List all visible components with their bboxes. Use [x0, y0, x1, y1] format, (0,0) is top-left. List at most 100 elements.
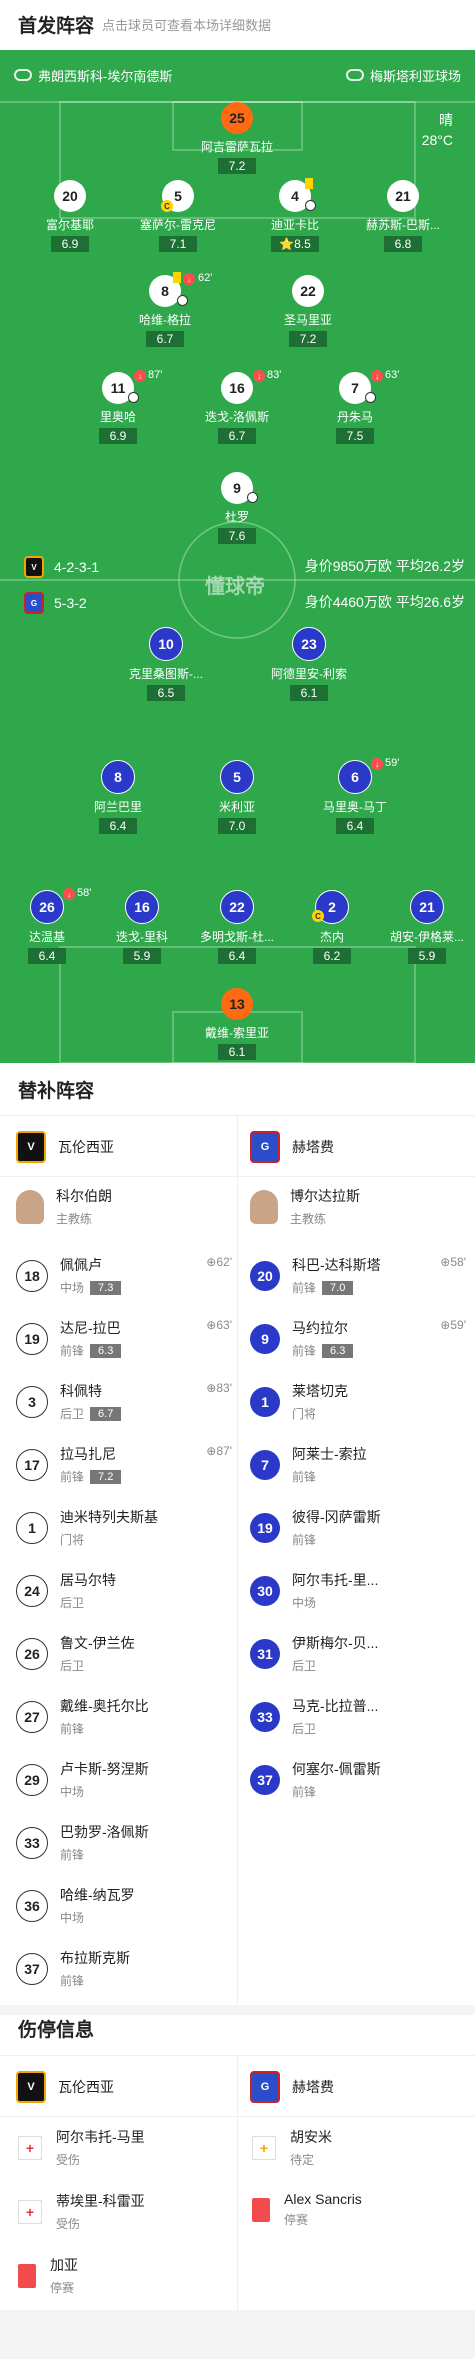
player-name: 迪亚卡比: [270, 218, 319, 232]
injury-home-1[interactable]: + 阿尔韦托-马里 受伤: [18, 2127, 145, 2168]
sub-position: 后卫: [292, 1722, 317, 1736]
home-sub-11[interactable]: 36 哈维-纳瓦罗 中场: [16, 1885, 236, 1926]
home-sub-8[interactable]: 27 戴维-奥托尔比 前锋: [16, 1696, 236, 1737]
home-player-3[interactable]: 5 C 塞萨尔-雷克尼 7.1: [128, 180, 228, 253]
sub-minute: 62': [198, 272, 213, 284]
sub-position: 前锋: [292, 1533, 317, 1547]
sub-name: 佩佩卢: [60, 1257, 102, 1273]
away-sub-3[interactable]: 1 莱塔切克 门将: [250, 1381, 470, 1422]
sub-in-minute: ⊕83': [206, 1381, 232, 1395]
player-name: 圣马里亚: [283, 313, 332, 327]
player-rating: 7.1: [159, 236, 197, 252]
sub-number: 33: [250, 1701, 280, 1732]
home-formation: V 4-2-3-1: [24, 556, 99, 578]
sub-rating: 7.2: [90, 1469, 122, 1484]
home-player-9[interactable]: 16 ↓ 83' 迭戈-洛佩斯 6.7: [187, 369, 287, 445]
home-sub-7[interactable]: 26 鲁文-伊兰佐 后卫: [16, 1633, 236, 1674]
red-card-icon: [252, 2197, 270, 2222]
coach-role: 主教练: [290, 1212, 327, 1226]
injury-away-1[interactable]: + 胡安米 待定: [252, 2127, 332, 2168]
home-sub-9[interactable]: 29 卢卡斯-努涅斯 中场: [16, 1759, 236, 1800]
away-player-10[interactable]: 21 胡安-伊格莱... 5.9: [377, 890, 475, 965]
home-player-5[interactable]: 21 赫苏斯-巴斯... 6.8: [353, 180, 453, 253]
home-sub-1[interactable]: 18 佩佩卢 中场 7.3 ⊕62': [16, 1255, 236, 1296]
sub-name: 马约拉尔: [292, 1320, 348, 1336]
subs-away-team[interactable]: G 赫塔费: [250, 1118, 334, 1176]
sub-name: 莱塔切克: [292, 1383, 348, 1399]
player-number: 21: [410, 890, 444, 924]
away-player-1[interactable]: 10 克里桑图斯-... 6.5: [116, 627, 216, 702]
away-sub-4[interactable]: 7 阿莱士-索拉 前锋: [250, 1444, 470, 1485]
player-rating: 6.4: [99, 818, 137, 834]
sub-out-icon: ↓: [371, 758, 383, 770]
injury-away-2[interactable]: Alex Sancris 停赛: [252, 2191, 362, 2228]
home-player-8[interactable]: 11 ↓ 87' 里奥哈 6.9: [68, 369, 168, 445]
home-player-2[interactable]: 20 富尔基耶 6.9: [20, 180, 120, 253]
away-player-2[interactable]: 23 阿德里安-利索 6.1: [259, 627, 359, 702]
sub-name: 哈维-纳瓦罗: [60, 1887, 135, 1903]
subs-home-team[interactable]: V 瓦伦西亚: [16, 1118, 114, 1176]
medical-kit-icon: +: [18, 2135, 42, 2160]
home-sub-12[interactable]: 37 布拉斯克斯 前锋: [16, 1948, 236, 1989]
injuries-title: 伤停信息: [18, 2020, 95, 2041]
home-player-7[interactable]: 22 圣马里亚 7.2: [258, 275, 358, 348]
valencia-crest-icon: V: [16, 1131, 46, 1163]
away-sub-8[interactable]: 33 马克-比拉普... 后卫: [250, 1696, 470, 1737]
injury-home-3[interactable]: 加亚 停赛: [18, 2255, 78, 2296]
player-rating: 6.9: [51, 236, 89, 252]
away-player-6[interactable]: 26 ↓ 58' 达温基 6.4: [0, 887, 97, 965]
injuries-away-team[interactable]: G 赫塔费: [250, 2058, 334, 2116]
sub-name: 戴维-奥托尔比: [60, 1698, 149, 1714]
player-name: 胡安-伊格莱...: [390, 930, 464, 944]
injuries-home-team[interactable]: V 瓦伦西亚: [16, 2058, 114, 2116]
sub-position: 中场: [292, 1596, 317, 1610]
away-sub-9[interactable]: 37 何塞尔-佩雷斯 前锋: [250, 1759, 470, 1800]
getafe-crest-icon: G: [24, 592, 44, 614]
sub-in-minute-text: 83': [216, 1381, 232, 1395]
away-player-11[interactable]: 13 戴维-索里亚 6.1: [187, 988, 287, 1061]
goal-ball-icon: [247, 492, 258, 503]
player-name: 阿德里安-利索: [271, 667, 347, 681]
away-player-5[interactable]: 6 ↓ 59' 马里奥-马丁 6.4: [305, 757, 405, 835]
column-divider: [237, 1115, 238, 2005]
away-coach[interactable]: 博尔达拉斯 主教练: [250, 1186, 360, 1227]
away-sub-5[interactable]: 19 彼得-冈萨雷斯 前锋: [250, 1507, 470, 1548]
player-name: 杜罗: [224, 510, 249, 524]
away-sub-7[interactable]: 31 伊斯梅尔-贝... 后卫: [250, 1633, 470, 1674]
sub-position: 前锋: [292, 1785, 317, 1799]
venue-bar: 弗朗西斯科-埃尔南德斯 梅斯塔利亚球场: [0, 50, 475, 100]
home-player-11[interactable]: 9 杜罗 7.6: [187, 472, 287, 545]
home-player-4[interactable]: 4 迪亚卡比 ⭐8.5: [245, 178, 345, 253]
sub-number: 3: [16, 1385, 48, 1418]
home-sub-10[interactable]: 33 巴勃罗-洛佩斯 前锋: [16, 1822, 236, 1863]
sub-out-icon: ↓: [63, 888, 75, 900]
sub-in-minute: ⊕63': [206, 1318, 232, 1332]
sub-minute: 87': [148, 369, 163, 381]
home-player-10[interactable]: 7 ↓ 63' 丹朱马 7.5: [305, 369, 405, 445]
away-player-7[interactable]: 16 迭戈-里科 5.9: [92, 890, 192, 965]
away-player-4[interactable]: 5 米利亚 7.0: [187, 760, 287, 835]
sub-in-minute: ⊕59': [440, 1318, 466, 1332]
red-card-icon: [18, 2263, 36, 2288]
away-sub-2[interactable]: 9 马约拉尔 前锋 6.3 ⊕59': [250, 1318, 470, 1359]
home-player-1[interactable]: 25 阿吉雷萨瓦拉 7.2: [187, 102, 287, 175]
home-sub-3[interactable]: 3 科佩特 后卫 6.7 ⊕83': [16, 1381, 236, 1422]
away-player-3[interactable]: 8 阿兰巴里 6.4: [68, 760, 168, 835]
sub-out-icon: ↓: [183, 273, 195, 285]
home-sub-4[interactable]: 17 拉马扎尼 前锋 7.2 ⊕87': [16, 1444, 236, 1485]
away-value: 身价4460万欧 平均26.6岁: [304, 594, 465, 610]
home-sub-2[interactable]: 19 达尼-拉巴 前锋 6.3 ⊕63': [16, 1318, 236, 1359]
home-player-6[interactable]: 8 ↓ 62' 哈维-格拉 6.7: [115, 272, 215, 348]
player-number: 16: [125, 890, 159, 924]
away-player-9[interactable]: 2 C 杰内 6.2: [282, 890, 382, 965]
home-sub-5[interactable]: 1 迪米特列夫斯基 门将: [16, 1507, 236, 1548]
away-sub-6[interactable]: 30 阿尔韦托-里... 中场: [250, 1570, 470, 1611]
injury-home-2[interactable]: + 蒂埃里-科雷亚 受伤: [18, 2191, 145, 2232]
home-coach[interactable]: 科尔伯朗 主教练: [16, 1186, 112, 1227]
player-number: 6: [338, 760, 372, 794]
away-player-8[interactable]: 22 多明戈斯-杜... 6.4: [187, 890, 287, 965]
away-sub-1[interactable]: 20 科巴-达科斯塔 前锋 7.0 ⊕58': [250, 1255, 470, 1296]
player-number: 26: [30, 890, 64, 924]
home-sub-6[interactable]: 24 居马尔特 后卫: [16, 1570, 236, 1611]
sub-in-minute-text: 59': [450, 1318, 466, 1332]
